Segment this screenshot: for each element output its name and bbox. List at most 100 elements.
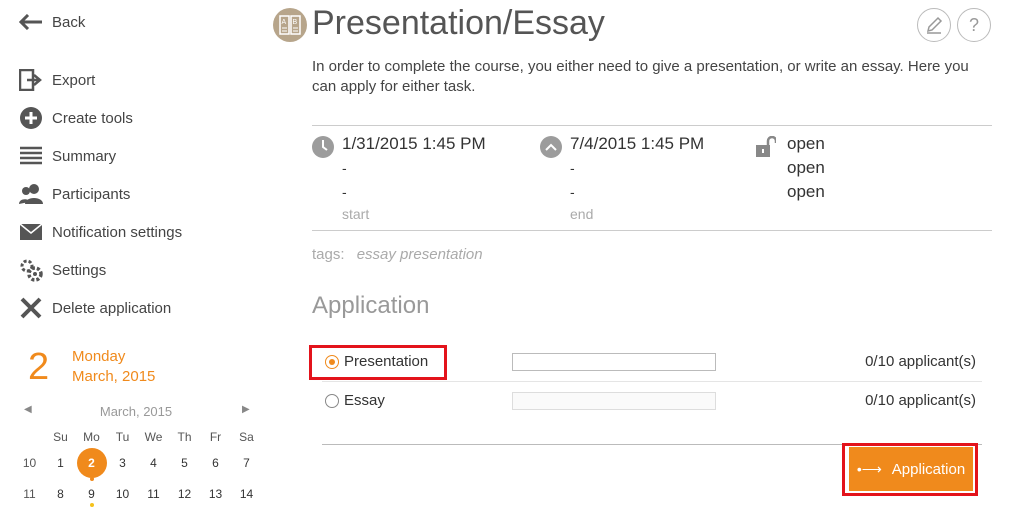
sidebar-item-label: Summary: [52, 147, 117, 165]
current-weekday: Monday: [72, 348, 126, 365]
applicant-progress-bar: [512, 353, 716, 371]
sidebar-item-label: Create tools: [52, 109, 133, 127]
calendar-day[interactable]: 14: [231, 487, 262, 501]
weekday-header: Fr: [209, 430, 222, 444]
weekday-header: Mo: [83, 430, 100, 444]
list-icon: [18, 143, 44, 169]
calendar-day-label: 9: [88, 487, 95, 501]
divider: [312, 230, 992, 231]
event-dot: [89, 477, 94, 481]
calendar-day-selected[interactable]: 2: [76, 448, 107, 481]
back-label: Back: [52, 13, 86, 31]
question-mark-icon: ?: [968, 14, 979, 35]
calendar-next-icon[interactable]: ▶: [242, 404, 250, 415]
calendar-day[interactable]: 11: [138, 487, 169, 501]
sidebar-item-label: Participants: [52, 185, 131, 203]
svg-text:B: B: [293, 19, 298, 26]
back-arrow-icon: [18, 9, 44, 35]
status-line-1: open: [787, 134, 825, 153]
envelope-icon: [18, 219, 44, 245]
pencil-icon: [926, 16, 943, 34]
sidebar-item-label: Settings: [52, 261, 107, 279]
sidebar-item-summary[interactable]: Summary: [18, 142, 116, 170]
calendar-week-row: 11 8 9 10 11 12 13 14: [14, 480, 262, 508]
weekday-header: Th: [177, 430, 192, 444]
svg-text:A: A: [282, 19, 287, 26]
calendar-day[interactable]: 4: [138, 456, 169, 470]
divider: [312, 125, 992, 126]
export-icon: [18, 67, 44, 93]
event-dot: [89, 503, 94, 507]
apply-button-label: Application: [891, 460, 966, 478]
weekday-header: We: [144, 430, 163, 444]
start-datetime: 1/31/2015 1:45 PM: [342, 134, 486, 153]
end-line-2: -: [570, 160, 575, 176]
sidebar-item-label: Delete application: [52, 299, 172, 317]
tags-label: tags:: [312, 246, 345, 263]
applicant-count: 0/10 applicant(s): [865, 392, 976, 409]
essay-radio[interactable]: [325, 394, 339, 408]
week-number: 10: [22, 456, 37, 470]
sidebar-item-participants[interactable]: Participants: [18, 180, 130, 208]
unlocked-icon: [756, 135, 778, 163]
tags-row: tags: essay presentation: [312, 246, 483, 263]
tool-type-icon: AB: [273, 8, 307, 42]
start-line-2: -: [342, 160, 347, 176]
calendar-weekday-row: Su Mo Tu We Th Fr Sa: [14, 428, 262, 446]
sidebar-item-label: Notification settings: [52, 223, 183, 241]
clock-start-icon: [312, 136, 334, 158]
status-line-2: open: [787, 158, 825, 177]
end-line-3: -: [570, 184, 575, 200]
sidebar-item-label: Export: [52, 71, 96, 89]
sidebar-item-export[interactable]: Export: [18, 66, 95, 94]
page-title: Presentation/Essay: [312, 4, 605, 42]
selected-day-circle: 2: [76, 448, 107, 478]
sidebar-item-notification-settings[interactable]: Notification settings: [18, 218, 182, 246]
sidebar-item-settings[interactable]: Settings: [18, 256, 106, 284]
calendar-day[interactable]: 6: [200, 456, 231, 470]
calendar-day[interactable]: 10: [107, 487, 138, 501]
calendar-grid: Su Mo Tu We Th Fr Sa 10 1 2 3 4 5 6 7 11…: [14, 428, 262, 508]
end-datetime: 7/4/2015 1:45 PM: [570, 134, 705, 153]
weekday-header: Tu: [115, 430, 130, 444]
status-line-3: open: [787, 182, 825, 201]
applicant-count: 0/10 applicant(s): [865, 353, 976, 370]
current-day-number: 2: [28, 346, 50, 388]
calendar-day[interactable]: 13: [200, 487, 231, 501]
calendar-week-row: 10 1 2 3 4 5 6 7: [14, 446, 262, 481]
apply-button[interactable]: •⟶ Application: [849, 447, 973, 491]
end-label: end: [570, 206, 594, 222]
sidebar-item-delete-application[interactable]: Delete application: [18, 294, 171, 322]
arrow-right-icon: •⟶: [856, 460, 882, 477]
calendar-day[interactable]: 7: [231, 456, 262, 470]
applicant-progress-bar: [512, 392, 716, 410]
users-icon: [18, 181, 44, 207]
start-line-3: -: [342, 184, 347, 200]
back-link[interactable]: Back: [18, 8, 85, 36]
edit-button[interactable]: [917, 8, 951, 42]
option-row-essay: Essay 0/10 applicant(s): [322, 382, 982, 420]
current-month-year: March, 2015: [72, 368, 156, 385]
plus-circle-icon: [18, 105, 44, 131]
help-button[interactable]: ?: [957, 8, 991, 42]
calendar-day-with-event[interactable]: 9: [76, 487, 107, 507]
weekday-header: Su: [53, 430, 68, 444]
weekday-header: Sa: [239, 430, 254, 444]
calendar-day[interactable]: 1: [45, 456, 76, 470]
close-icon: [18, 295, 44, 321]
highlight-presentation-option: [309, 345, 447, 380]
calendar-day[interactable]: 12: [169, 487, 200, 501]
sidebar-item-create-tools[interactable]: Create tools: [18, 104, 133, 132]
calendar-day[interactable]: 3: [107, 456, 138, 470]
sidebar: Back Export Create tools Summary Partici…: [0, 0, 270, 508]
calendar-header: ◀ March, 2015 ▶: [18, 402, 258, 422]
application-section-title: Application: [312, 292, 430, 319]
week-number: 11: [23, 487, 36, 501]
clock-end-icon: [540, 136, 562, 158]
calendar-title: March, 2015: [99, 404, 173, 419]
option-label: Essay: [344, 392, 385, 409]
calendar-day[interactable]: 5: [169, 456, 200, 470]
calendar-day[interactable]: 8: [45, 487, 76, 501]
start-label: start: [342, 206, 370, 222]
tags-value[interactable]: essay presentation: [357, 246, 483, 263]
